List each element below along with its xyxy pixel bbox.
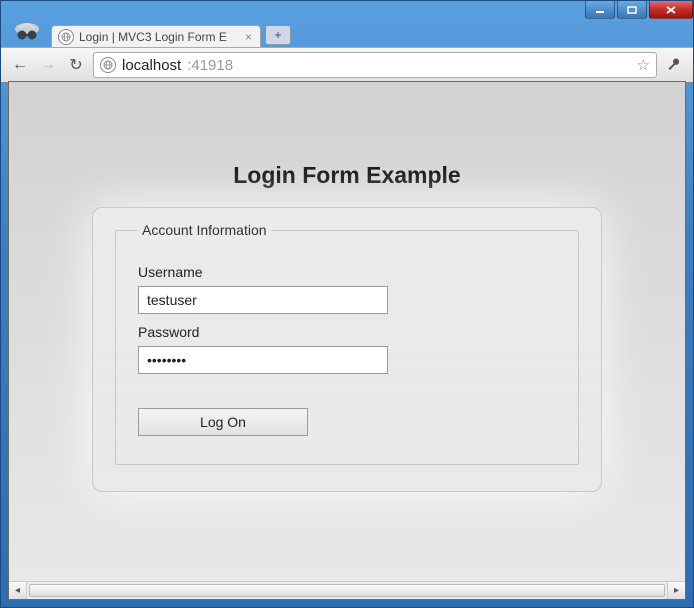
close-button[interactable] bbox=[649, 1, 693, 19]
globe-icon bbox=[58, 29, 74, 45]
scroll-right-arrow-icon[interactable]: ▸ bbox=[667, 582, 685, 599]
content-viewport: Login Form Example Account Information U… bbox=[8, 81, 686, 600]
reload-icon: ↻ bbox=[69, 55, 82, 75]
account-fieldset: Account Information Username Password Lo… bbox=[115, 222, 579, 465]
login-panel: Account Information Username Password Lo… bbox=[92, 207, 602, 492]
url-port: :41918 bbox=[187, 57, 233, 74]
horizontal-scrollbar[interactable]: ◂ ▸ bbox=[9, 581, 685, 599]
browser-toolbar: ← → ↻ localhost :41918 ☆ bbox=[1, 47, 693, 83]
window-titlebar[interactable] bbox=[1, 1, 693, 21]
browser-tab[interactable]: Login | MVC3 Login Form E × bbox=[51, 25, 261, 47]
address-bar[interactable]: localhost :41918 ☆ bbox=[93, 52, 657, 78]
submit-row: Log On bbox=[138, 408, 556, 436]
username-input[interactable] bbox=[138, 286, 388, 314]
tab-strip: Login | MVC3 Login Form E × + bbox=[1, 21, 693, 47]
back-button[interactable]: ← bbox=[9, 54, 31, 76]
tab-close-icon[interactable]: × bbox=[243, 31, 254, 43]
minimize-button[interactable] bbox=[585, 1, 615, 19]
os-window: Login | MVC3 Login Form E × + ← → ↻ loca… bbox=[0, 0, 694, 608]
maximize-icon bbox=[627, 6, 637, 14]
bookmark-star-icon[interactable]: ☆ bbox=[637, 56, 650, 74]
forward-icon: → bbox=[40, 56, 56, 74]
wrench-icon bbox=[666, 57, 682, 73]
scroll-left-arrow-icon[interactable]: ◂ bbox=[9, 582, 27, 599]
forward-button[interactable]: → bbox=[37, 54, 59, 76]
tab-title: Login | MVC3 Login Form E bbox=[79, 30, 238, 44]
scroll-track[interactable] bbox=[27, 582, 667, 599]
fieldset-legend: Account Information bbox=[138, 222, 271, 238]
globe-icon bbox=[100, 57, 116, 73]
login-page: Login Form Example Account Information U… bbox=[9, 82, 685, 492]
log-on-button[interactable]: Log On bbox=[138, 408, 308, 436]
close-icon bbox=[666, 6, 676, 14]
reload-button[interactable]: ↻ bbox=[65, 54, 87, 76]
back-icon: ← bbox=[12, 56, 28, 74]
password-input[interactable] bbox=[138, 346, 388, 374]
settings-wrench-button[interactable] bbox=[663, 54, 685, 76]
page-title: Login Form Example bbox=[233, 162, 460, 189]
incognito-icon bbox=[7, 15, 47, 47]
username-label: Username bbox=[138, 264, 556, 280]
minimize-icon bbox=[595, 6, 605, 14]
new-tab-button[interactable]: + bbox=[265, 25, 291, 45]
page-body: Login Form Example Account Information U… bbox=[9, 82, 685, 582]
plus-icon: + bbox=[274, 28, 281, 42]
url-host: localhost bbox=[122, 57, 181, 74]
window-buttons bbox=[583, 1, 693, 19]
password-label: Password bbox=[138, 324, 556, 340]
scroll-thumb[interactable] bbox=[29, 584, 665, 597]
maximize-button[interactable] bbox=[617, 1, 647, 19]
